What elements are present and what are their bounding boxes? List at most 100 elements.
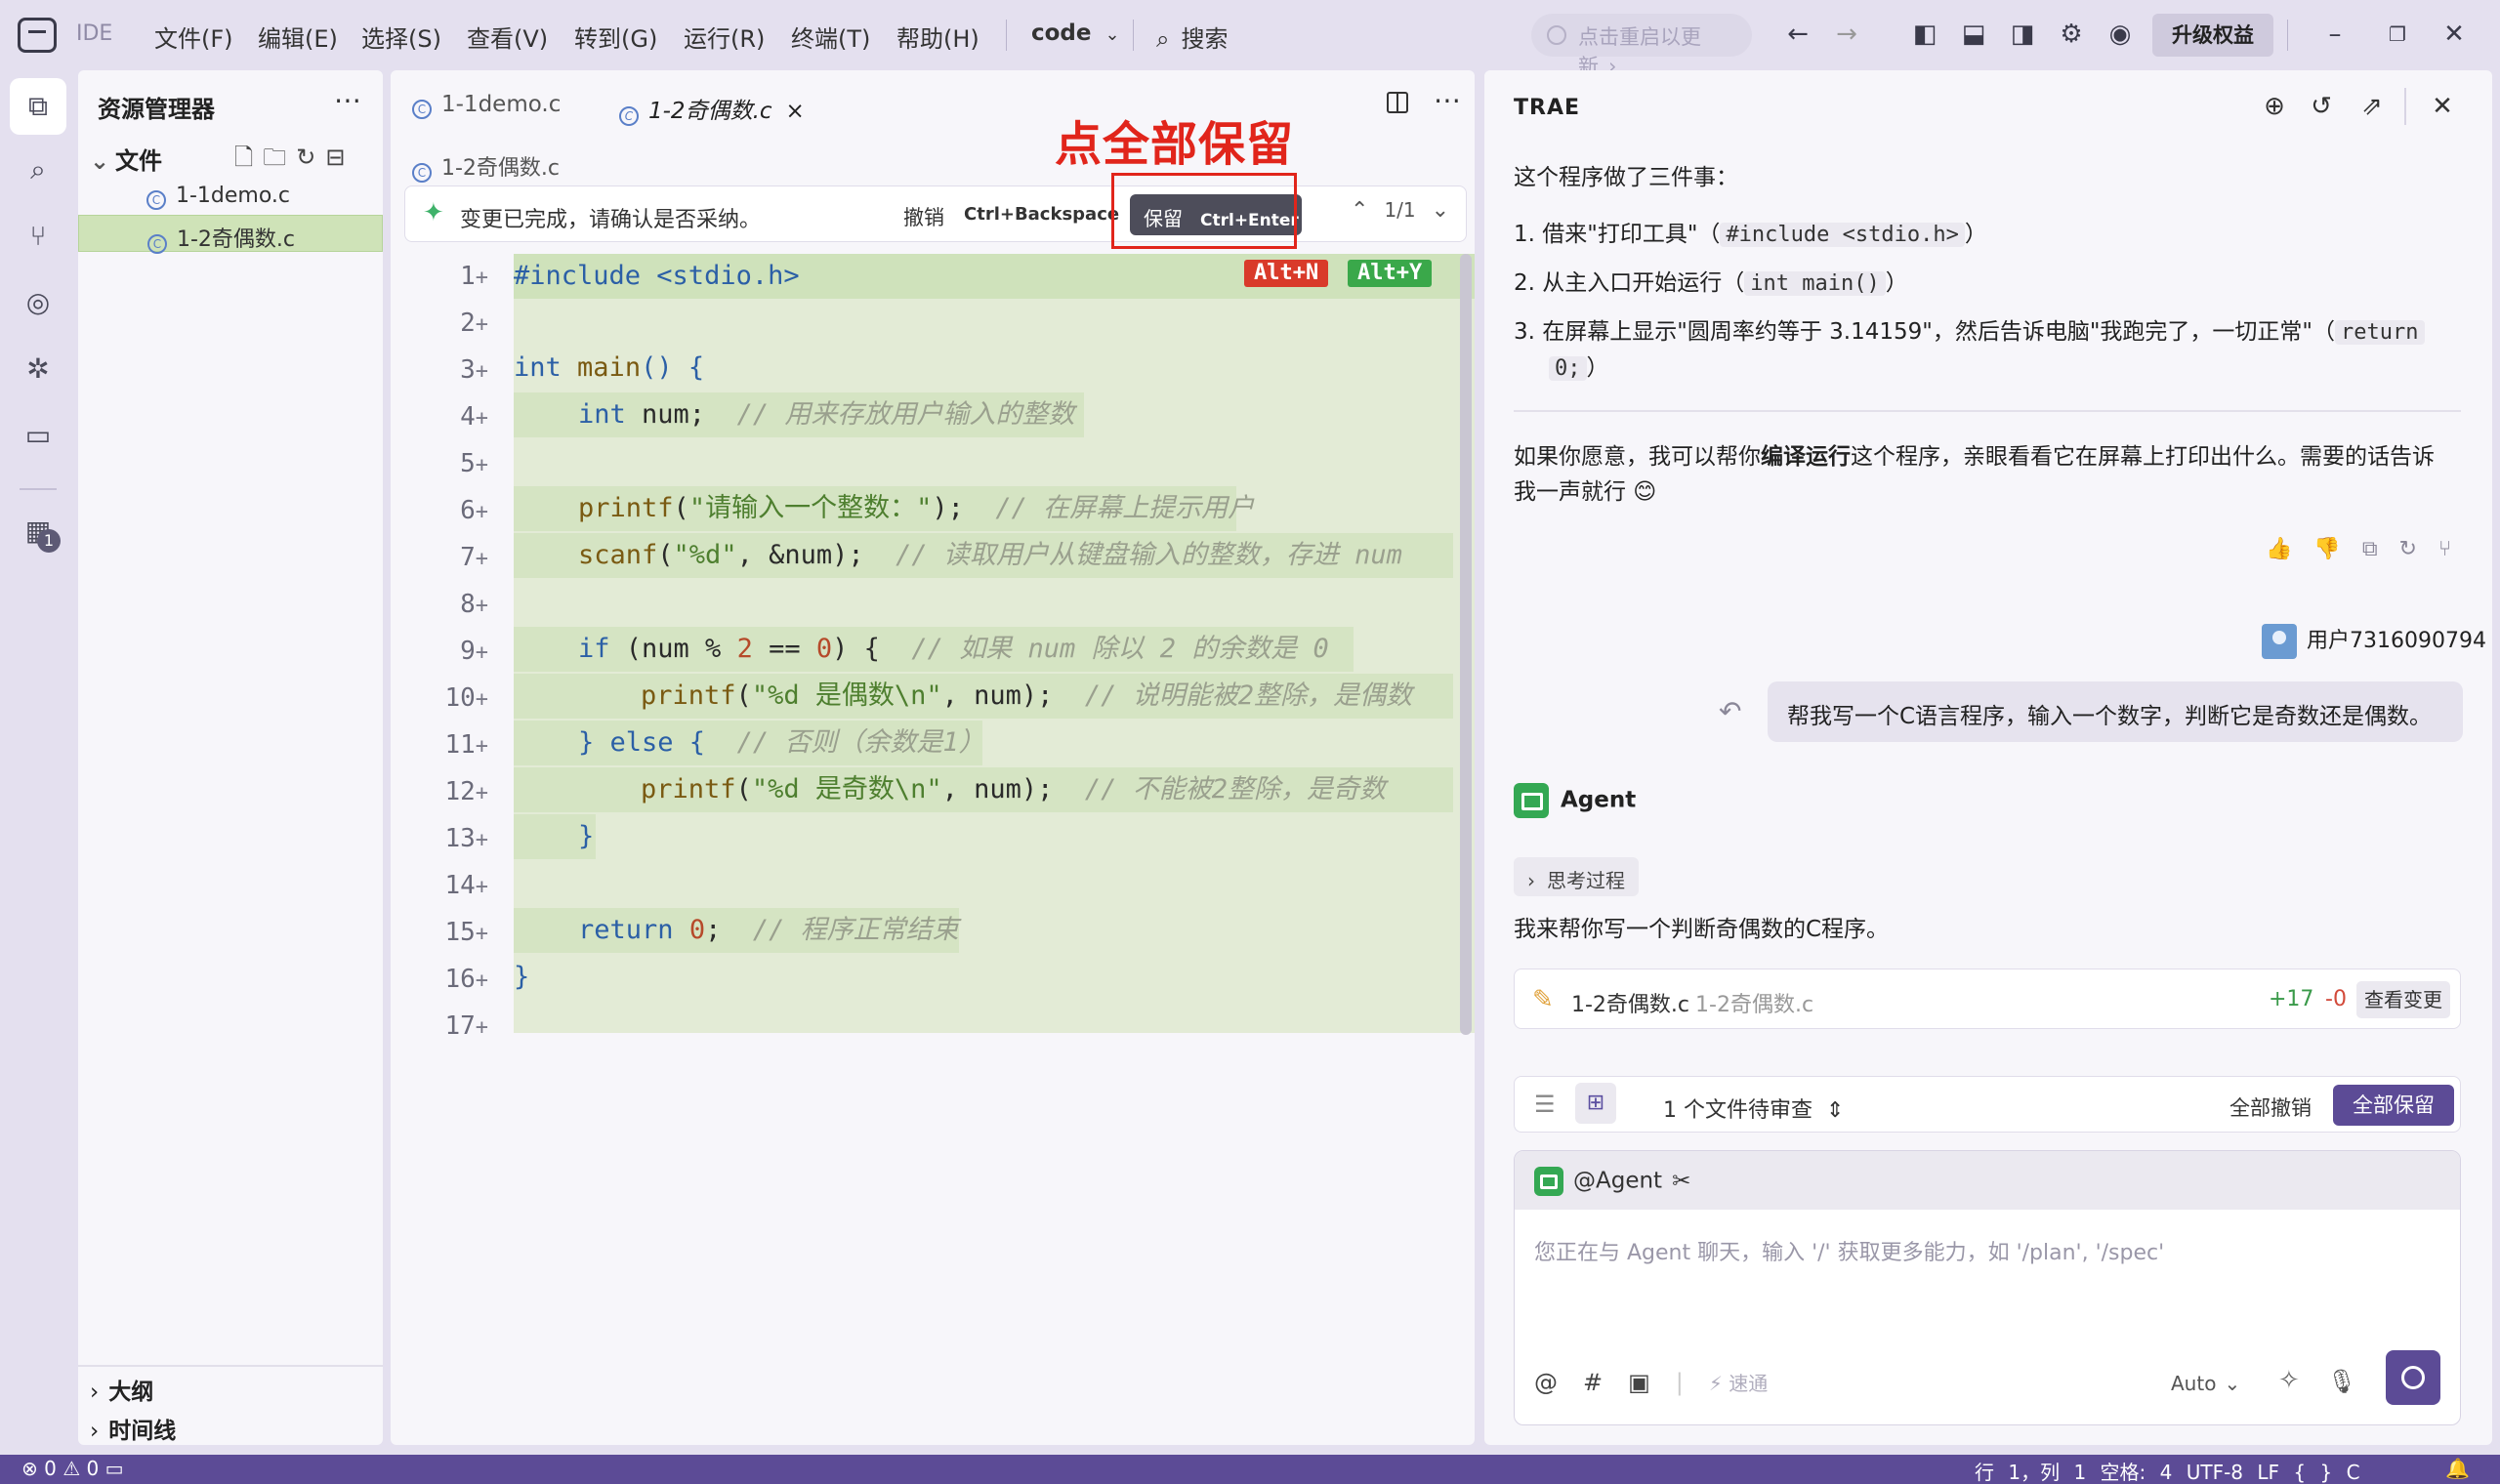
thumbs-up-icon[interactable]: 👍	[2266, 537, 2313, 561]
message-divider	[1514, 410, 2461, 412]
sparkle-icon: ✦	[423, 198, 444, 227]
regenerate-icon[interactable]: ↻	[2399, 537, 2438, 561]
branch-icon[interactable]: ⑂	[2438, 537, 2473, 561]
tab-1-1demo[interactable]: C 1-1demo.c	[412, 70, 561, 141]
line-ending[interactable]: LF	[2257, 1461, 2279, 1484]
split-editor-icon[interactable]	[1387, 92, 1408, 113]
encoding[interactable]: UTF-8	[2187, 1461, 2243, 1484]
menu-selection[interactable]: 选择(S)	[361, 20, 441, 54]
menu-view[interactable]: 查看(V)	[467, 20, 548, 54]
chat-input-placeholder[interactable]: 您正在与 Agent 聊天，输入 '/' 获取更多能力，如 '/plan', '…	[1534, 1235, 2164, 1266]
mention-icon[interactable]: @	[1534, 1369, 1558, 1396]
problems-indicator[interactable]: ⊗ 0 ⚠ 0 ▭	[21, 1457, 124, 1480]
gear-icon[interactable]: ⚙	[2057, 20, 2086, 49]
restore-icon[interactable]: ❐	[2383, 20, 2412, 49]
chevron-right-icon: ›	[90, 1380, 100, 1405]
revert-icon[interactable]: ↶	[1719, 695, 1741, 727]
tab-1-2-odd-even[interactable]: C 1-2奇偶数.c ×	[619, 70, 805, 141]
chat-input-box[interactable]: @Agent ✂ 您正在与 Agent 聊天，输入 '/' 获取更多能力，如 '/…	[1514, 1150, 2461, 1425]
menu-edit[interactable]: 编辑(E)	[258, 20, 338, 54]
keep-all-button[interactable]: 全部保留	[2333, 1085, 2454, 1126]
bell-icon[interactable]: 🔔	[2445, 1457, 2470, 1480]
folder-header[interactable]: ⌄ 文件	[90, 142, 162, 176]
cursor-position[interactable]: 行 1，列 1	[1975, 1461, 2086, 1484]
message-intro: 这个程序做了三件事：	[1514, 165, 1738, 190]
search-box[interactable]: ⌕ 搜索	[1156, 20, 1228, 54]
breadcrumb[interactable]: C 1-2奇偶数.c	[412, 150, 560, 183]
chevron-up-icon[interactable]: ⌃	[1351, 198, 1368, 223]
code-area[interactable]: 1+ 2+ 3+ 4+ 5+ 6+ 7+ 8+ 9+ 10+ 11+ 12+ 13+ 14+ 15+ 16+ 1…	[391, 254, 1475, 1445]
file-item[interactable]: C 1-1demo.c	[78, 178, 383, 215]
more-icon[interactable]: ⋯	[334, 84, 361, 116]
microphone-icon[interactable]: 🎙	[2327, 1368, 2356, 1395]
line-number: 14+	[444, 871, 488, 900]
toggle-right-panel-icon[interactable]: ◨	[2008, 20, 2037, 49]
editor-scrollbar[interactable]	[1460, 254, 1472, 1035]
send-button[interactable]	[2386, 1350, 2440, 1405]
close-icon[interactable]: ✕	[2428, 92, 2457, 121]
workspace-selector[interactable]: code ⌄	[1031, 21, 1120, 46]
history-icon[interactable]: ↺	[2307, 92, 2336, 121]
collapse-icon[interactable]: ⊟	[325, 144, 354, 171]
explorer-icon[interactable]: ⧉	[10, 78, 66, 135]
checklist-icon[interactable]: ☰	[1534, 1091, 1556, 1118]
menu-file[interactable]: 文件(F)	[154, 20, 233, 54]
minimize-icon[interactable]: –	[2320, 20, 2350, 49]
menu-go[interactable]: 转到(G)	[574, 20, 657, 54]
undo-all-button[interactable]: 全部撤销	[2229, 1092, 2312, 1122]
pending-files[interactable]: 1 个文件待审查 ⇕	[1663, 1092, 1844, 1124]
account-icon[interactable]: ◉	[2105, 20, 2135, 49]
accept-shortcut-tag[interactable]: Alt+Y	[1348, 260, 1433, 287]
search-files-icon[interactable]: ⌕	[19, 150, 58, 189]
timeline-section[interactable]: › 时间线	[90, 1412, 176, 1445]
c-file-icon: C	[146, 190, 166, 210]
chevron-down-icon[interactable]: ⌄	[1432, 198, 1449, 223]
menu-terminal[interactable]: 终端(T)	[791, 20, 870, 54]
toggle-panel-icon[interactable]: ⬓	[1959, 20, 1988, 49]
view-changes-button[interactable]: 查看变更	[2356, 981, 2450, 1018]
agent-mention[interactable]: @Agent ✂	[1534, 1167, 1690, 1196]
debug-icon[interactable]: ✲	[19, 350, 58, 389]
new-folder-icon[interactable]: 🗀	[263, 144, 296, 171]
more-icon[interactable]: ⋯	[1434, 84, 1461, 116]
file-diff-icon[interactable]: ⊞	[1575, 1083, 1616, 1124]
speed-mode[interactable]: ⚡ 速通	[1709, 1372, 1768, 1395]
enhance-icon[interactable]: ✧	[2278, 1366, 2300, 1395]
hash-icon[interactable]: #	[1583, 1369, 1603, 1396]
indentation[interactable]: 空格: 4	[2101, 1461, 2173, 1484]
agent-logo-icon	[1534, 1167, 1563, 1196]
menu-run[interactable]: 运行(R)	[684, 20, 765, 54]
undo-button[interactable]: 撤销	[903, 202, 944, 231]
remote-icon[interactable]: ▭	[19, 416, 58, 455]
eye-icon[interactable]: ◎	[19, 283, 58, 322]
model-selector[interactable]: Auto ⌄	[2171, 1372, 2240, 1395]
image-icon[interactable]: ▣	[1628, 1369, 1650, 1396]
new-file-icon[interactable]: 🗋	[234, 144, 263, 171]
new-chat-icon[interactable]: ⊕	[2260, 92, 2289, 121]
close-window-icon[interactable]: ✕	[2439, 20, 2469, 49]
language-mode[interactable]: C	[2347, 1461, 2360, 1484]
file-item-selected[interactable]: C 1-2奇偶数.c	[78, 215, 383, 254]
back-arrow-icon[interactable]: ←	[1783, 20, 1812, 49]
upgrade-button[interactable]: 升级权益	[2152, 14, 2273, 57]
agent-header: Agent	[1514, 783, 1636, 818]
braces-icon[interactable]: { }	[2293, 1461, 2332, 1484]
source-control-icon[interactable]: ⑂	[19, 217, 58, 256]
title-divider	[1006, 20, 1007, 51]
forward-arrow-icon[interactable]: →	[1832, 20, 1861, 49]
menu-help[interactable]: 帮助(H)	[896, 20, 979, 54]
thumbs-down-icon[interactable]: 👎	[2313, 537, 2361, 561]
restart-update-button[interactable]: 点击重启以更新 ›	[1531, 14, 1752, 78]
toggle-sidebar-icon[interactable]: ◧	[1910, 20, 1939, 49]
line-number: 2+	[460, 309, 488, 338]
thinking-toggle[interactable]: › 思考过程	[1514, 857, 1639, 896]
changed-file-card[interactable]: ✎ 1-2奇偶数.c 1-2奇偶数.c +17 -0 查看变更	[1514, 969, 2461, 1029]
refresh-icon[interactable]: ↻	[296, 144, 325, 171]
popout-icon[interactable]: ⇗	[2357, 92, 2387, 121]
close-icon[interactable]: ×	[786, 99, 805, 124]
reject-shortcut-tag[interactable]: Alt+N	[1244, 260, 1329, 287]
copy-icon[interactable]: ⧉	[2362, 537, 2399, 561]
outline-section[interactable]: › 大纲	[90, 1373, 153, 1406]
tools-icon[interactable]: ✂	[1672, 1169, 1690, 1194]
code-line: int main() {	[514, 352, 705, 383]
